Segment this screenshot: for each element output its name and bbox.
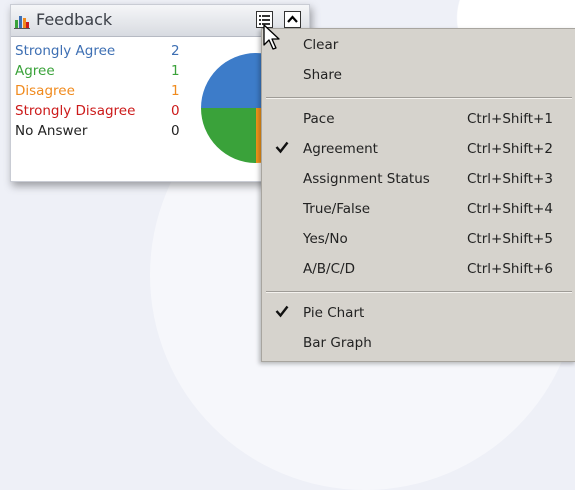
mouse-cursor-icon — [263, 24, 280, 50]
menu-item-shortcut: Ctrl+Shift+2 — [467, 141, 553, 157]
response-row: Strongly Disagree 0 — [15, 103, 215, 123]
chevron-up-icon — [287, 15, 298, 23]
menu-item-shortcut: Ctrl+Shift+5 — [467, 231, 553, 247]
context-menu: Clear Share Pace Ctrl+Shift+1 Agreement … — [261, 28, 575, 362]
pie-slice-agree — [201, 108, 256, 163]
menu-item-label: Pie Chart — [303, 305, 365, 321]
menu-item-shortcut: Ctrl+Shift+4 — [467, 201, 553, 217]
menu-item-assignment-status[interactable]: Assignment Status Ctrl+Shift+3 — [262, 165, 575, 195]
menu-item-share[interactable]: Share — [262, 61, 575, 91]
checkmark-icon — [275, 305, 289, 318]
menu-separator — [266, 291, 572, 293]
menu-item-label: Clear — [303, 37, 339, 53]
menu-item-bar-graph[interactable]: Bar Graph — [262, 329, 575, 359]
menu-item-label: Share — [303, 67, 342, 83]
menu-item-label: Bar Graph — [303, 335, 372, 351]
menu-item-shortcut: Ctrl+Shift+6 — [467, 261, 553, 277]
collapse-button[interactable] — [284, 11, 301, 28]
response-row: Disagree 1 — [15, 83, 215, 103]
checkmark-icon — [275, 141, 289, 154]
menu-item-label: Yes/No — [303, 231, 348, 247]
response-count: 1 — [171, 63, 180, 79]
menu-item-true-false[interactable]: True/False Ctrl+Shift+4 — [262, 195, 575, 225]
menu-item-label: A/B/C/D — [303, 261, 355, 277]
response-label: Disagree — [15, 83, 75, 99]
menu-item-label: Assignment Status — [303, 171, 430, 187]
widget-title: Feedback — [36, 10, 113, 29]
response-label: Strongly Agree — [15, 43, 116, 59]
menu-item-clear[interactable]: Clear — [262, 31, 575, 61]
response-count: 0 — [171, 123, 180, 139]
response-list: Strongly Agree 2 Agree 1 Disagree 1 Stro… — [15, 43, 215, 143]
response-count: 2 — [171, 43, 180, 59]
menu-item-abcd[interactable]: A/B/C/D Ctrl+Shift+6 — [262, 255, 575, 285]
response-row: Agree 1 — [15, 63, 215, 83]
menu-item-agreement[interactable]: Agreement Ctrl+Shift+2 — [262, 135, 575, 165]
response-count: 1 — [171, 83, 180, 99]
menu-item-shortcut: Ctrl+Shift+1 — [467, 111, 553, 127]
menu-item-label: Pace — [303, 111, 335, 127]
menu-item-pie-chart[interactable]: Pie Chart — [262, 299, 575, 329]
menu-item-yes-no[interactable]: Yes/No Ctrl+Shift+5 — [262, 225, 575, 255]
menu-item-pace[interactable]: Pace Ctrl+Shift+1 — [262, 105, 575, 135]
response-label: Agree — [15, 63, 55, 79]
response-row: No Answer 0 — [15, 123, 215, 143]
menu-item-shortcut: Ctrl+Shift+3 — [467, 171, 553, 187]
menu-item-label: Agreement — [303, 141, 378, 157]
response-label: Strongly Disagree — [15, 103, 136, 119]
response-label: No Answer — [15, 123, 88, 139]
feedback-icon — [14, 16, 30, 29]
menu-separator — [266, 97, 572, 99]
response-row: Strongly Agree 2 — [15, 43, 215, 63]
menu-item-label: True/False — [303, 201, 371, 217]
response-count: 0 — [171, 103, 180, 119]
